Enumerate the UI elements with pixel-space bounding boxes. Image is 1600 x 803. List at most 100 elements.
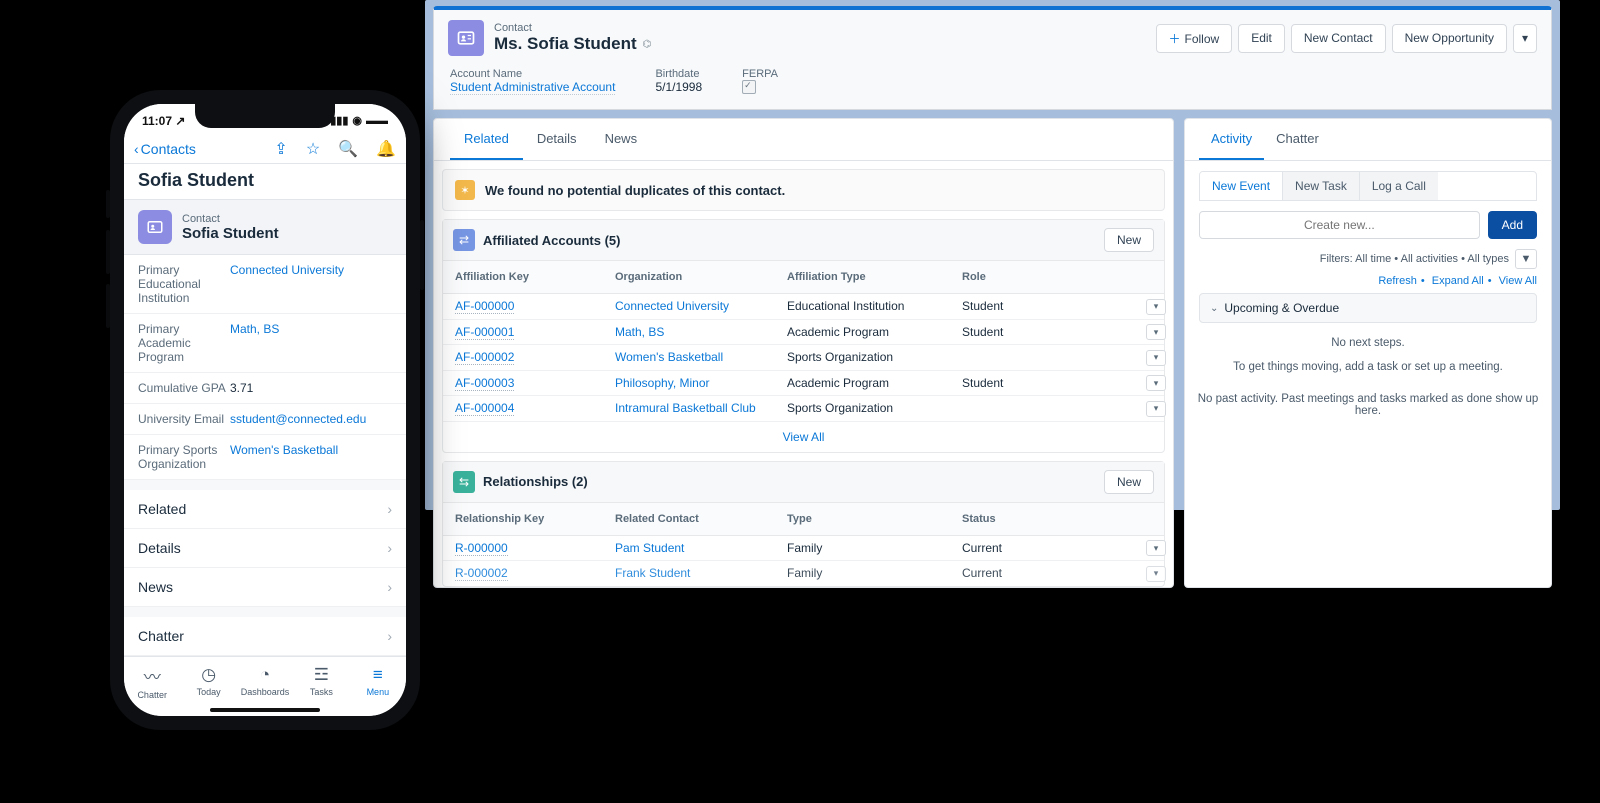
table-row: AF-000004 Intramural Basketball Club Spo… bbox=[443, 396, 1164, 422]
record-title-block: Contact Ms. Sofia Student ⌬ bbox=[494, 22, 1156, 54]
upcoming-section[interactable]: ⌄ Upcoming & Overdue bbox=[1199, 293, 1537, 323]
create-input[interactable] bbox=[1199, 211, 1480, 239]
duplicate-banner: ✶ We found no potential duplicates of th… bbox=[442, 169, 1165, 211]
phone-navbar: ‹ Contacts ⇪ ☆ 🔍 🔔 bbox=[124, 134, 406, 165]
phone-field: Primary Educational Institution Connecte… bbox=[124, 255, 406, 314]
tab-chatter[interactable]: Chatter bbox=[1264, 119, 1331, 160]
record-type-label: Contact bbox=[494, 22, 1156, 34]
subtab-new-event[interactable]: New Event bbox=[1200, 172, 1283, 200]
affiliated-new-button[interactable]: New bbox=[1104, 228, 1154, 252]
affiliation-key-link[interactable]: AF-000001 bbox=[455, 325, 514, 340]
status-icons: ▮▮▮ ◉ ▬▬ bbox=[330, 114, 388, 127]
affiliated-title[interactable]: Affiliated Accounts (5) bbox=[483, 233, 1104, 248]
section-details[interactable]: Details› bbox=[124, 529, 406, 568]
tab-tasks[interactable]: ☲Tasks bbox=[293, 657, 349, 704]
field-account-value[interactable]: Student Administrative Account bbox=[450, 80, 615, 95]
upcoming-label: Upcoming & Overdue bbox=[1224, 301, 1339, 315]
refresh-link[interactable]: Refresh bbox=[1378, 275, 1417, 287]
organization-link[interactable]: Intramural Basketball Club bbox=[615, 401, 756, 415]
tab-news[interactable]: News bbox=[591, 119, 652, 160]
row-actions-button[interactable]: ▾ bbox=[1146, 350, 1166, 366]
tab-related[interactable]: Related bbox=[450, 119, 523, 160]
row-actions-button[interactable]: ▾ bbox=[1146, 324, 1166, 340]
organization-link[interactable]: Women's Basketball bbox=[615, 350, 723, 364]
back-button[interactable]: ‹ Contacts bbox=[134, 141, 196, 157]
section-related[interactable]: Related› bbox=[124, 490, 406, 529]
col-relationship-type: Type bbox=[775, 509, 950, 529]
field-label: Cumulative GPA bbox=[138, 381, 230, 395]
organization-link[interactable]: Connected University bbox=[615, 299, 729, 313]
field-value: 3.71 bbox=[230, 381, 392, 395]
affiliated-view-all[interactable]: View All bbox=[443, 422, 1164, 452]
affiliation-type: Sports Organization bbox=[775, 397, 950, 419]
expand-all-link[interactable]: Expand All bbox=[1432, 275, 1484, 287]
organization-link[interactable]: Math, BS bbox=[615, 325, 664, 339]
row-actions-button[interactable]: ▾ bbox=[1146, 401, 1166, 417]
tab-today[interactable]: ◷Today bbox=[180, 657, 236, 704]
share-icon[interactable]: ⇪ bbox=[274, 139, 287, 159]
filter-text: Filters: All time • All activities • All… bbox=[1320, 253, 1509, 265]
table-row: AF-000000 Connected University Education… bbox=[443, 294, 1164, 320]
col-affiliation-type: Affiliation Type bbox=[775, 267, 950, 287]
contact-icon bbox=[138, 210, 172, 244]
col-status: Status bbox=[950, 509, 1134, 529]
chevron-left-icon: ‹ bbox=[134, 141, 139, 157]
new-contact-button[interactable]: New Contact bbox=[1291, 24, 1386, 53]
section-chatter[interactable]: Chatter› bbox=[124, 617, 406, 656]
affiliation-key-link[interactable]: AF-000002 bbox=[455, 350, 514, 365]
col-role: Role bbox=[950, 267, 1134, 287]
field-value[interactable]: Math, BS bbox=[230, 322, 392, 364]
affiliation-type: Sports Organization bbox=[775, 346, 950, 368]
tab-dashboards[interactable]: ◔Dashboards bbox=[237, 657, 293, 704]
new-opportunity-button[interactable]: New Opportunity bbox=[1392, 24, 1507, 53]
star-icon[interactable]: ☆ bbox=[306, 139, 320, 159]
create-row: Add bbox=[1199, 211, 1537, 239]
phone-sections: Related› Details› News› bbox=[124, 490, 406, 607]
no-next-steps-1: No next steps. bbox=[1185, 329, 1551, 353]
field-account-label: Account Name bbox=[450, 68, 615, 80]
back-label: Contacts bbox=[141, 141, 196, 157]
field-value[interactable]: Women's Basketball bbox=[230, 443, 392, 471]
organization-link[interactable]: Philosophy, Minor bbox=[615, 376, 710, 390]
bell-icon[interactable]: 🔔 bbox=[376, 139, 396, 159]
relationships-title[interactable]: Relationships (2) bbox=[483, 474, 1104, 489]
field-value[interactable]: sstudent@connected.edu bbox=[230, 412, 392, 426]
tab-chatter[interactable]: 〰Chatter bbox=[124, 657, 180, 704]
phone-power-button bbox=[420, 220, 424, 290]
affiliation-key-link[interactable]: AF-000004 bbox=[455, 401, 514, 416]
relationships-new-button[interactable]: New bbox=[1104, 470, 1154, 494]
edit-button[interactable]: Edit bbox=[1238, 24, 1285, 53]
affiliation-key-link[interactable]: AF-000003 bbox=[455, 376, 514, 391]
row-actions-button[interactable]: ▾ bbox=[1146, 299, 1166, 315]
affiliation-role: Student bbox=[950, 321, 1134, 343]
relationship-key-link[interactable]: R-000002 bbox=[455, 566, 508, 581]
affiliation-key-link[interactable]: AF-000000 bbox=[455, 299, 514, 314]
related-contact-link[interactable]: Frank Student bbox=[615, 566, 690, 580]
record-header: Contact Ms. Sofia Student ⌬ ＋Follow Edit… bbox=[433, 6, 1552, 110]
row-actions-button[interactable]: ▾ bbox=[1146, 540, 1166, 556]
field-label: Primary Educational Institution bbox=[138, 263, 230, 305]
record-header-top: Contact Ms. Sofia Student ⌬ ＋Follow Edit… bbox=[434, 10, 1551, 60]
col-organization: Organization bbox=[603, 267, 775, 287]
tab-activity[interactable]: Activity bbox=[1199, 119, 1264, 160]
follow-button[interactable]: ＋Follow bbox=[1156, 24, 1233, 53]
row-actions-button[interactable]: ▾ bbox=[1146, 566, 1166, 582]
view-all-link[interactable]: View All bbox=[1499, 275, 1537, 287]
activity-panel: Activity Chatter New Event New Task Log … bbox=[1184, 118, 1552, 588]
hierarchy-icon[interactable]: ⌬ bbox=[643, 39, 652, 50]
section-news[interactable]: News› bbox=[124, 568, 406, 607]
subtab-new-task[interactable]: New Task bbox=[1283, 172, 1360, 200]
affiliation-role bbox=[950, 404, 1134, 412]
relationship-key-link[interactable]: R-000000 bbox=[455, 541, 508, 556]
add-button[interactable]: Add bbox=[1488, 211, 1537, 239]
field-value[interactable]: Connected University bbox=[230, 263, 392, 305]
filter-icon[interactable]: ▼ bbox=[1515, 249, 1537, 269]
tab-menu[interactable]: ≡Menu bbox=[350, 657, 406, 704]
more-actions-button[interactable]: ▾ bbox=[1513, 24, 1537, 53]
related-contact-link[interactable]: Pam Student bbox=[615, 541, 684, 555]
wifi-icon: ◉ bbox=[352, 114, 362, 127]
search-icon[interactable]: 🔍 bbox=[338, 139, 358, 159]
row-actions-button[interactable]: ▾ bbox=[1146, 375, 1166, 391]
subtab-log-call[interactable]: Log a Call bbox=[1360, 172, 1438, 200]
tab-details[interactable]: Details bbox=[523, 119, 591, 160]
